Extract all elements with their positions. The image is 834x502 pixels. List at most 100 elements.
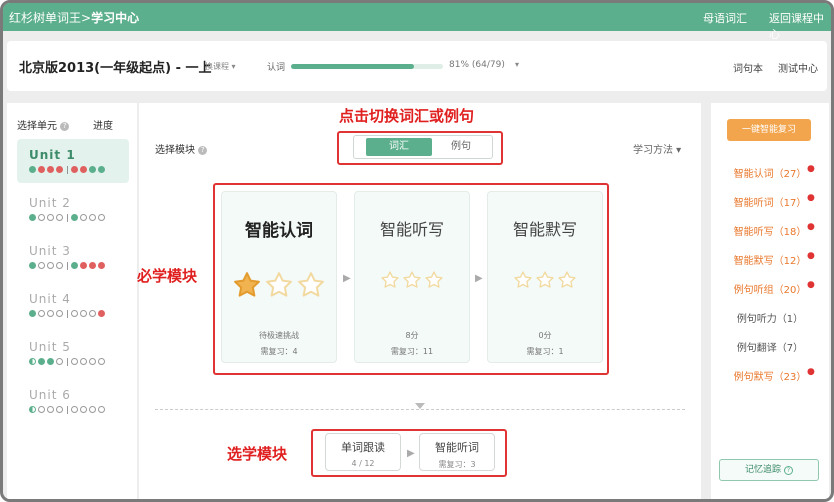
word-book-link[interactable]: 词句本 [733, 60, 763, 75]
review-item[interactable]: 例句听组（20） ● [711, 280, 829, 296]
annotation-optional: 选学模块 [227, 445, 288, 463]
unit-item[interactable]: Unit 5 | [17, 331, 129, 375]
annotation-required: 必学模块 [137, 267, 198, 285]
review-item-label: 例句听组（20） [733, 285, 807, 296]
progress-dot [80, 406, 87, 413]
help-icon: ? [783, 466, 793, 475]
switch-course-button[interactable]: 换课程 ▾ [205, 61, 236, 72]
unit-item[interactable]: Unit 2 | [17, 187, 129, 231]
progress-text: 81% (64/79) [449, 60, 505, 70]
progress-dot [29, 166, 36, 173]
alert-dot-icon: ● [807, 222, 815, 232]
progress-label-text: 进度 [93, 121, 113, 132]
review-item-label: 例句默写（23） [733, 372, 807, 383]
progress-dot [80, 214, 87, 221]
review-item[interactable]: 例句翻译（7） [711, 339, 829, 354]
select-module-text: 选择模块 [155, 145, 195, 156]
progress-dot [56, 406, 63, 413]
progress-dot [98, 406, 105, 413]
unit-name: Unit 4 [29, 292, 71, 306]
progress-dot [71, 262, 78, 269]
unit-item[interactable]: Unit 3 | [17, 235, 129, 279]
nav-back-to-courses[interactable]: 返回课程中心 [769, 10, 831, 42]
annotation-box-required [213, 183, 609, 375]
expand-caret-icon[interactable] [415, 403, 425, 409]
review-item-label: 智能认词（27） [733, 169, 807, 180]
progress-dot [80, 166, 87, 173]
progress-dot [89, 262, 96, 269]
help-icon[interactable]: ? [198, 145, 208, 155]
progress-dot [89, 166, 96, 173]
progress-fill [291, 64, 415, 69]
progress-dot [98, 214, 105, 221]
review-item[interactable]: 例句默写（23） ● [711, 367, 829, 383]
progress-dot [98, 358, 105, 365]
top-nav-bar: 红杉树单词王>学习中心 母语词汇 返回课程中心 [3, 3, 831, 41]
progress-dot [56, 166, 63, 173]
smart-review-button[interactable]: 一键智能复习 [727, 119, 811, 141]
course-bar: 北京版2013(一年级起点) - 一上 换课程 ▾ 认词 81% (64/79)… [7, 41, 827, 91]
progress-dot [98, 262, 105, 269]
section-divider [155, 409, 685, 410]
alert-dot-icon: ● [807, 193, 815, 203]
brand-name[interactable]: 红杉树单词王 [9, 11, 81, 25]
progress-dot [71, 358, 78, 365]
unit-name: Unit 6 [29, 388, 71, 402]
progress-dot [71, 166, 78, 173]
study-method-dropdown[interactable]: 学习方法 ▾ [633, 141, 681, 156]
review-item-label: 智能听词（17） [733, 198, 807, 209]
progress-dropdown[interactable]: ▾ [515, 60, 519, 69]
progress-dot [56, 310, 63, 317]
select-unit-text: 选择单元 [17, 121, 57, 132]
progress-toggle-label: 进度 [93, 117, 213, 132]
progress-dot [38, 358, 45, 365]
unit-name: Unit 1 [29, 148, 76, 162]
help-icon[interactable]: ? [60, 121, 70, 131]
progress-dot [89, 358, 96, 365]
progress-dot [89, 406, 96, 413]
progress-dot [98, 310, 105, 317]
progress-dot [47, 214, 54, 221]
unit-item[interactable]: Unit 4 | [17, 283, 129, 327]
unit-item[interactable]: Unit 6 | [17, 379, 129, 423]
progress-dot [80, 358, 87, 365]
review-item-label: 例句翻译（7） [736, 343, 804, 354]
progress-dot [56, 262, 63, 269]
progress-dot [47, 310, 54, 317]
annotation-tabs: 点击切换词汇或例句 [339, 107, 475, 125]
breadcrumb-separator: > [81, 11, 92, 25]
progress-dot [71, 214, 78, 221]
alert-dot-icon: ● [807, 164, 815, 174]
nav-native-vocab[interactable]: 母语词汇 [703, 10, 747, 26]
review-item[interactable]: 智能认词（27） ● [711, 164, 829, 180]
alert-dot-icon: ● [807, 251, 815, 261]
unit-sidebar: 选择单元 ? 进度 Unit 1 | Unit 2 | Unit 3 | Unit 4 | Un… [7, 103, 213, 499]
progress-dot [29, 310, 36, 317]
test-center-link[interactable]: 测试中心 [778, 60, 818, 75]
dot-separator: | [66, 165, 69, 174]
review-item[interactable]: 智能听写（18） ● [711, 222, 829, 238]
memory-tracking-button[interactable]: 记忆追踪 ? [719, 459, 819, 481]
progress-dot [56, 214, 63, 221]
progress-bar [291, 64, 443, 69]
progress-dot [29, 214, 36, 221]
review-item-label: 智能默写（12） [733, 256, 807, 267]
module-panel: 选择模块 ? 词汇 例句 学习方法 ▾ 智能认词 待极速挑战 需复习：4 ▶ 智能… [137, 103, 701, 499]
unit-name: Unit 2 [29, 196, 71, 210]
progress-dot [47, 406, 54, 413]
progress-dot [29, 262, 36, 269]
progress-dot [56, 358, 63, 365]
dot-separator: | [66, 213, 69, 222]
progress-dot [38, 310, 45, 317]
unit-item[interactable]: Unit 1 | [17, 139, 129, 183]
progress-dot [89, 214, 96, 221]
progress-dot [38, 166, 45, 173]
alert-dot-icon: ● [807, 280, 815, 290]
progress-dot [38, 214, 45, 221]
review-item[interactable]: 例句听力（1） [711, 310, 829, 325]
annotation-box-tabs [337, 131, 503, 165]
progress-dot [38, 406, 45, 413]
review-item[interactable]: 智能默写（12） ● [711, 251, 829, 267]
progress-dot [98, 166, 105, 173]
review-item[interactable]: 智能听词（17） ● [711, 193, 829, 209]
